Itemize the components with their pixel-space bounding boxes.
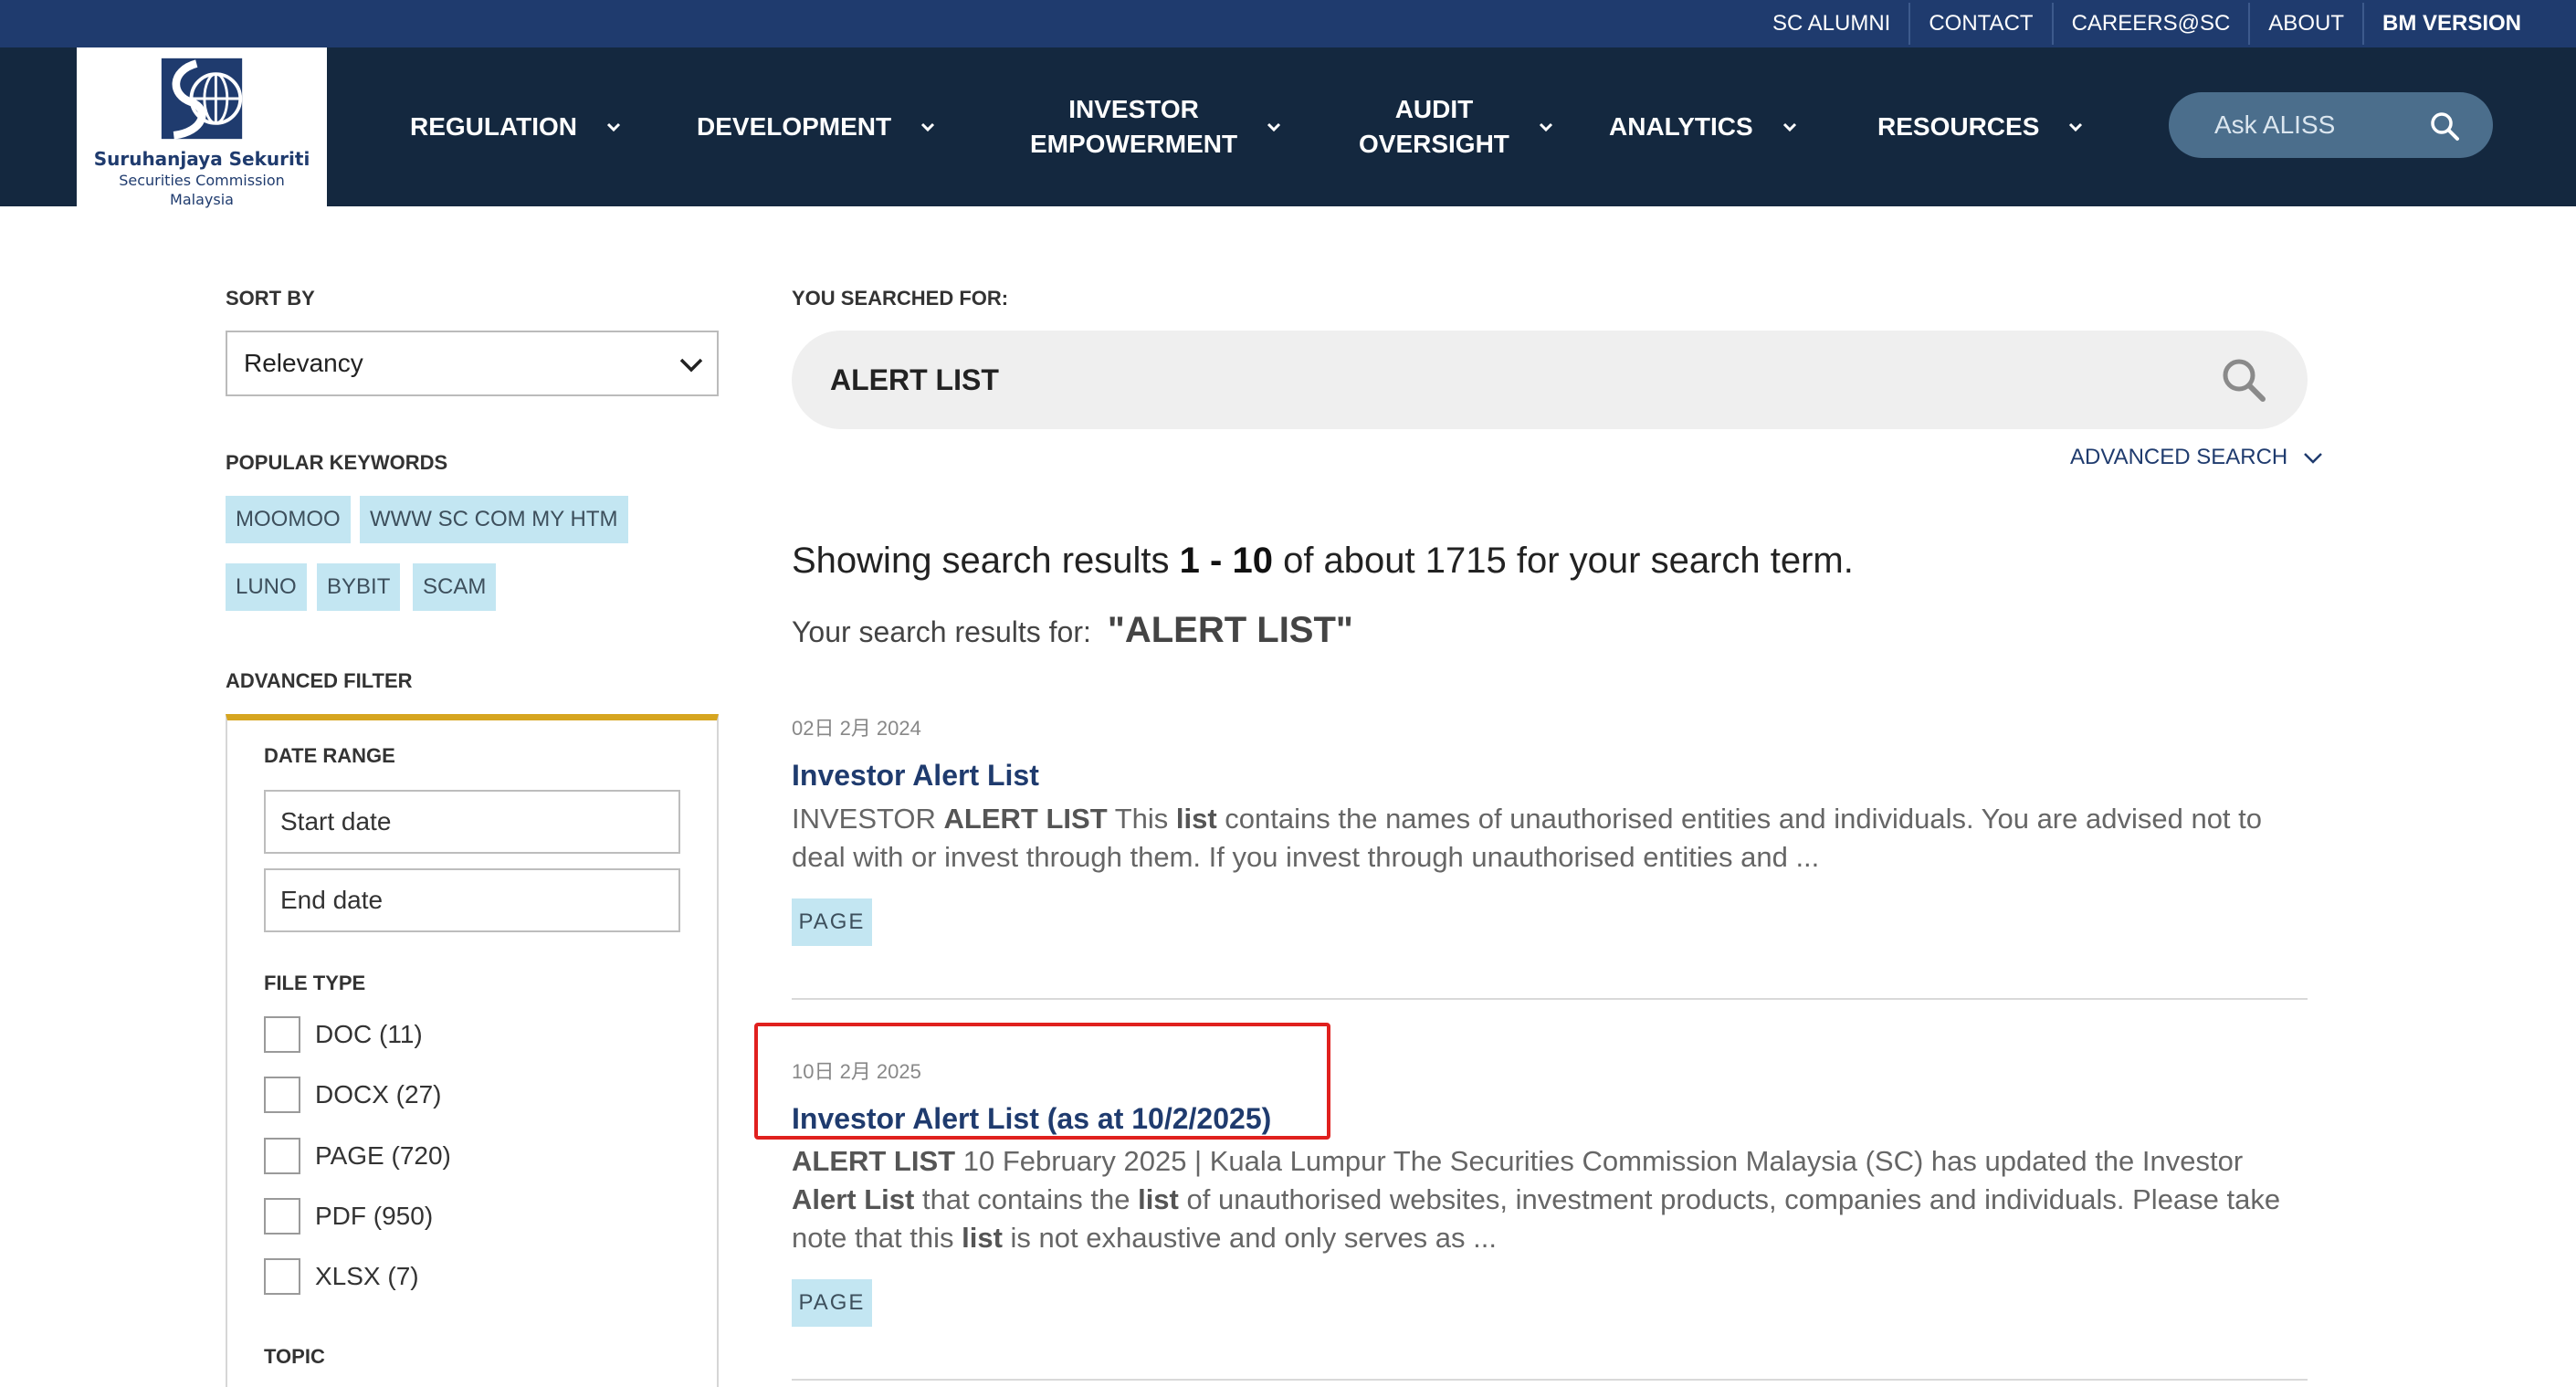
file-type-label: DOCX (27) bbox=[315, 1080, 442, 1109]
advanced-search-label: ADVANCED SEARCH bbox=[2070, 445, 2288, 469]
date-range-heading: DATE RANGE bbox=[264, 744, 395, 767]
file-type-option[interactable]: PAGE (720) bbox=[264, 1138, 451, 1174]
chevron-down-icon bbox=[1782, 122, 1796, 132]
results-for-label: Your search results for: bbox=[792, 615, 1091, 648]
checkbox[interactable] bbox=[264, 1258, 300, 1295]
snippet-text: 10 February 2025 | Kuala Lumpur The Secu… bbox=[955, 1145, 2244, 1177]
results-for: Your search results for: "ALERT LIST" bbox=[792, 610, 1353, 651]
ask-aliss-input[interactable]: Ask ALISS bbox=[2169, 92, 2493, 158]
sort-by-heading: SORT BY bbox=[226, 287, 315, 310]
chevron-down-icon bbox=[921, 122, 935, 132]
nav-label: RESOURCES bbox=[1877, 112, 2040, 141]
snippet-keyword: list bbox=[1175, 803, 1217, 835]
chevron-down-icon bbox=[1539, 122, 1552, 132]
logo-text-english: Securities Commission bbox=[119, 172, 285, 189]
nav-item-resources[interactable]: RESOURCES bbox=[1877, 47, 2085, 206]
keyword-tag[interactable]: LUNO bbox=[226, 563, 307, 611]
logo-text-country: Malaysia bbox=[170, 191, 234, 208]
utility-link-contact[interactable]: CONTACT bbox=[1908, 3, 2051, 45]
logo-text-malay: Suruhanjaya Sekuriti bbox=[93, 148, 310, 170]
results-summary: Showing search results 1 - 10 of about 1… bbox=[792, 541, 1854, 581]
keyword-tag[interactable]: WWW SC COM MY HTM bbox=[360, 496, 628, 543]
checkbox[interactable] bbox=[264, 1016, 300, 1053]
results-for-term: "ALERT LIST" bbox=[1107, 610, 1353, 650]
checkbox[interactable] bbox=[264, 1138, 300, 1174]
utility-links: SC ALUMNI CONTACT CAREERS@SC ABOUT BM VE… bbox=[1754, 0, 2539, 47]
utility-link-sc-alumni[interactable]: SC ALUMNI bbox=[1754, 3, 1908, 45]
file-type-option[interactable]: DOCX (27) bbox=[264, 1077, 441, 1113]
keyword-tag[interactable]: SCAM bbox=[413, 563, 497, 611]
result-type-tag[interactable]: PAGE bbox=[792, 1279, 872, 1327]
nav-label: ANALYTICS bbox=[1609, 112, 1753, 141]
snippet-keyword: list bbox=[962, 1222, 1003, 1254]
keyword-tag[interactable]: BYBIT bbox=[317, 563, 401, 611]
sort-by-select[interactable]: Relevancy bbox=[226, 331, 719, 396]
checkbox[interactable] bbox=[264, 1077, 300, 1113]
popular-keywords-heading: POPULAR KEYWORDS bbox=[226, 451, 448, 474]
result-snippet: INVESTOR ALERT LIST This list contains t… bbox=[792, 800, 2308, 877]
utility-bar: SC ALUMNI CONTACT CAREERS@SC ABOUT BM VE… bbox=[0, 0, 2576, 47]
snippet-text: This bbox=[1107, 803, 1176, 835]
file-type-heading: FILE TYPE bbox=[264, 972, 366, 994]
results-range: 1 - 10 bbox=[1179, 541, 1273, 581]
nav-item-development[interactable]: DEVELOPMENT bbox=[697, 47, 937, 206]
result-date: 02日 2月 2024 bbox=[792, 717, 921, 740]
file-type-label: PDF (950) bbox=[315, 1202, 434, 1230]
topic-heading: TOPIC bbox=[264, 1345, 325, 1368]
advanced-filter-heading: ADVANCED FILTER bbox=[226, 669, 413, 692]
main-nav: Suruhanjaya Sekuriti Securities Commissi… bbox=[0, 47, 2576, 230]
snippet-keyword: ALERT LIST bbox=[792, 1145, 956, 1177]
utility-link-about[interactable]: ABOUT bbox=[2248, 3, 2362, 45]
logo[interactable]: Suruhanjaya Sekuriti Securities Commissi… bbox=[77, 47, 327, 230]
search-icon[interactable] bbox=[2429, 110, 2460, 142]
keyword-tag[interactable]: MOOMOO bbox=[226, 496, 351, 543]
nav-label: REGULATION bbox=[410, 112, 578, 141]
chevron-down-icon bbox=[2304, 453, 2323, 464]
chevron-down-icon bbox=[679, 358, 703, 373]
nav-item-regulation[interactable]: REGULATION bbox=[410, 47, 623, 206]
utility-link-bm-version[interactable]: BM VERSION bbox=[2361, 3, 2539, 45]
sc-logo-icon bbox=[161, 58, 243, 140]
result-title-link[interactable]: Investor Alert List bbox=[792, 759, 1039, 793]
snippet-keyword: ALERT LIST bbox=[943, 803, 1108, 835]
nav-label: INVESTOR EMPOWERMENT bbox=[1030, 95, 1238, 158]
highlight-annotation-box bbox=[754, 1023, 1330, 1140]
snippet-text: is not exhaustive and only serves as ... bbox=[1002, 1222, 1497, 1254]
sort-by-value: Relevancy bbox=[244, 349, 363, 377]
nav-item-investor-empowerment[interactable]: INVESTOR EMPOWERMENT bbox=[1030, 47, 1283, 206]
result-snippet: ALERT LIST 10 February 2025 | Kuala Lump… bbox=[792, 1142, 2308, 1257]
file-type-option[interactable]: DOC (11) bbox=[264, 1016, 423, 1053]
snippet-text: that contains the bbox=[914, 1183, 1139, 1215]
ask-aliss-placeholder: Ask ALISS bbox=[2214, 110, 2336, 139]
snippet-keyword: list bbox=[1138, 1183, 1179, 1215]
start-date-placeholder: Start date bbox=[280, 807, 392, 835]
chevron-down-icon bbox=[2069, 122, 2083, 132]
result-type-tag[interactable]: PAGE bbox=[792, 898, 872, 946]
advanced-search-toggle[interactable]: ADVANCED SEARCH bbox=[2070, 442, 2324, 473]
snippet-keyword: Alert List bbox=[792, 1183, 915, 1215]
file-type-label: DOC (11) bbox=[315, 1020, 423, 1048]
nav-label: DEVELOPMENT bbox=[697, 112, 892, 141]
result-divider bbox=[792, 1379, 2308, 1381]
utility-link-careers[interactable]: CAREERS@SC bbox=[2051, 3, 2249, 45]
search-query: ALERT LIST bbox=[830, 363, 999, 396]
file-type-option[interactable]: PDF (950) bbox=[264, 1198, 433, 1235]
file-type-option[interactable]: XLSX (7) bbox=[264, 1258, 419, 1295]
chevron-down-icon bbox=[606, 122, 621, 132]
you-searched-for-label: YOU SEARCHED FOR: bbox=[792, 287, 1009, 310]
end-date-placeholder: End date bbox=[280, 886, 384, 914]
snippet-text: INVESTOR bbox=[792, 803, 944, 835]
checkbox[interactable] bbox=[264, 1198, 300, 1235]
search-icon[interactable] bbox=[2220, 356, 2267, 404]
chevron-down-icon bbox=[1267, 122, 1281, 132]
file-type-label: PAGE (720) bbox=[315, 1141, 451, 1170]
search-input[interactable]: ALERT LIST bbox=[792, 331, 2308, 429]
result-divider bbox=[792, 998, 2308, 1000]
nav-item-analytics[interactable]: ANALYTICS bbox=[1609, 47, 1799, 206]
end-date-field[interactable]: End date bbox=[264, 868, 680, 932]
nav-item-audit-oversight[interactable]: AUDIT OVERSIGHT bbox=[1359, 47, 1555, 206]
nav-label: AUDIT OVERSIGHT bbox=[1359, 95, 1509, 158]
file-type-label: XLSX (7) bbox=[315, 1262, 419, 1290]
start-date-field[interactable]: Start date bbox=[264, 790, 680, 854]
